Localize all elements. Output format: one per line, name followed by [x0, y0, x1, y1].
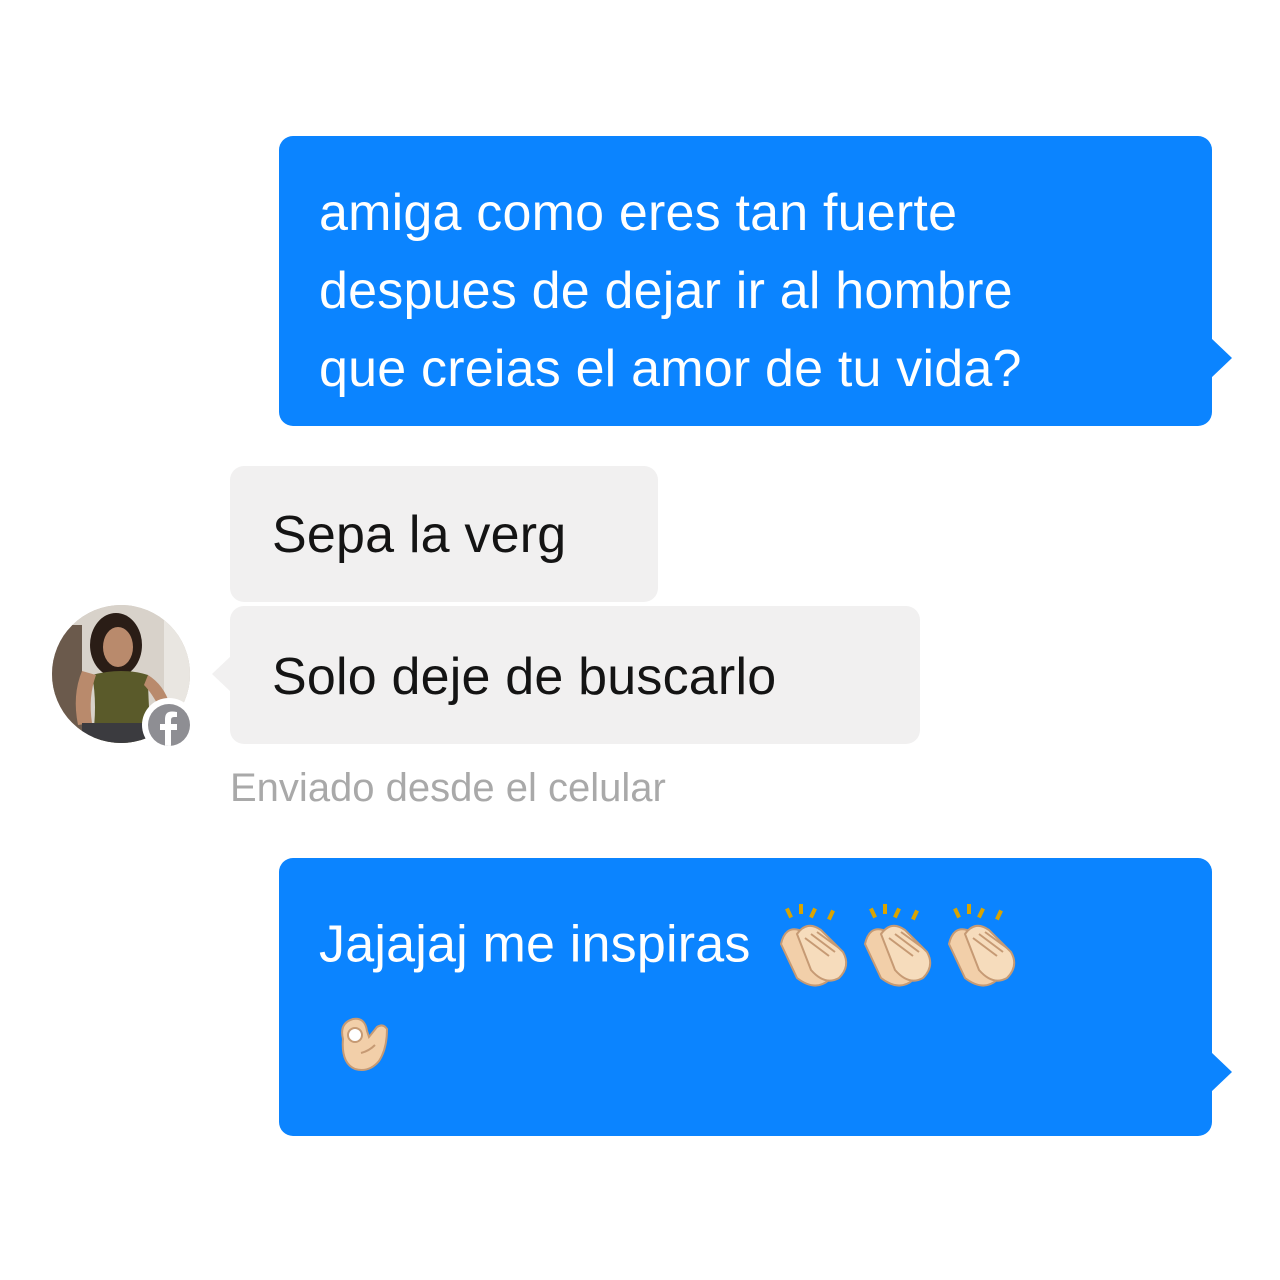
message-line: amiga como eres tan fuerte: [319, 184, 958, 242]
message-text: Solo deje de buscarlo: [272, 648, 777, 706]
facebook-badge: [142, 698, 196, 752]
bubble-tail: [212, 656, 231, 692]
message-text: Sepa la verg: [272, 506, 567, 564]
outgoing-message-bubble[interactable]: amiga como eres tan fuerte despues de de…: [279, 136, 1232, 426]
facebook-icon: [148, 704, 190, 746]
bubble-tail: [1211, 1052, 1232, 1092]
message-text: Jajajaj me inspiras: [319, 915, 751, 974]
message-line: que creias el amor de tu vida?: [319, 340, 1022, 398]
incoming-message-bubble[interactable]: Sepa la verg: [230, 466, 658, 602]
outgoing-message-bubble[interactable]: Jajajaj me inspiras: [279, 858, 1232, 1136]
clapping-hands-icon: [947, 904, 1015, 987]
message-line: despues de dejar ir al hombre: [319, 262, 1013, 320]
incoming-message-bubble[interactable]: Solo deje de buscarlo: [212, 606, 920, 744]
ok-hand-icon: [341, 1018, 389, 1072]
message-line: Jajajaj me inspiras: [319, 904, 1212, 992]
clapping-hands-icon: [779, 904, 847, 987]
emoji-line: [319, 1000, 1212, 1078]
sent-from-mobile-status: Enviado desde el celular: [230, 766, 666, 810]
emoji-group: [769, 904, 1021, 992]
bubble-tail: [1211, 338, 1232, 378]
clapping-hands-icon: [863, 904, 931, 987]
